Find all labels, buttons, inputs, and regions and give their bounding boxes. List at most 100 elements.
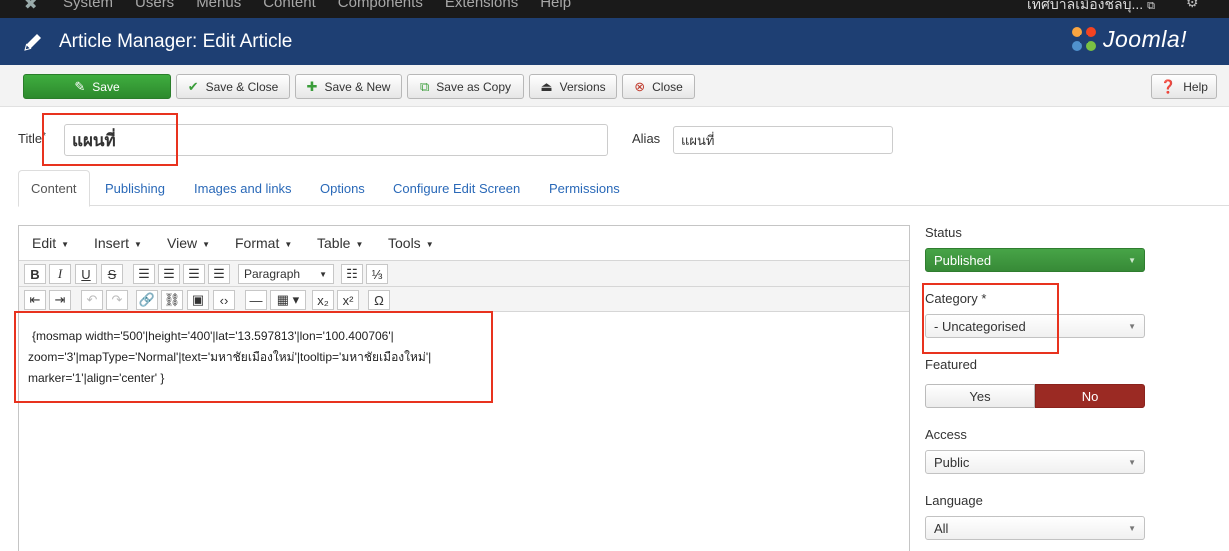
featured-yes-button[interactable]: Yes: [925, 384, 1035, 408]
pencil-icon: [24, 34, 41, 51]
editor-menu-table-label: Table: [317, 235, 351, 251]
save-new-button[interactable]: ✚ Save & New: [295, 74, 402, 99]
unlink-icon[interactable]: ⛓: [161, 290, 183, 310]
block-format-value: Paragraph: [244, 267, 301, 281]
site-link[interactable]: เทศบาลเมืองชลบุ... ⧉: [1027, 0, 1155, 16]
save-new-label: Save & New: [324, 79, 391, 94]
save-button[interactable]: ✎ Save: [23, 74, 171, 99]
align-right-icon[interactable]: ☰: [183, 264, 205, 284]
editor-menu-edit[interactable]: Edit ▼: [32, 235, 69, 251]
title-label-text: Title: [18, 131, 43, 146]
block-format-select[interactable]: Paragraph ▼: [238, 264, 334, 284]
save-close-button[interactable]: ✔ Save & Close: [176, 74, 290, 99]
editor-menu-tools-label: Tools: [388, 235, 421, 251]
question-icon: ❓: [1160, 79, 1177, 94]
language-select[interactable]: All ▼: [925, 516, 1145, 540]
status-label: Status: [925, 225, 962, 240]
joomla-logo-text: Joomla!: [1103, 25, 1188, 52]
access-select[interactable]: Public ▼: [925, 450, 1145, 474]
link-icon[interactable]: 🔗: [136, 290, 158, 310]
toolbar: ✎ Save ✔ Save & Close ✚ Save & New ⧉ Save as…: [0, 65, 1229, 107]
caret-down-icon: ▼: [202, 239, 211, 249]
outdent-icon[interactable]: ⇤: [24, 290, 46, 310]
menu-help[interactable]: Help: [540, 0, 571, 11]
special-character-icon[interactable]: Ω: [368, 290, 390, 310]
tab-images-links[interactable]: Images and links: [194, 170, 292, 206]
alias-label: Alias: [632, 131, 661, 146]
menu-system[interactable]: System: [63, 0, 113, 11]
alias-input[interactable]: แผนที่: [673, 126, 893, 154]
menu-content[interactable]: Content: [263, 0, 316, 11]
access-label: Access: [925, 427, 967, 442]
table-icon[interactable]: ▦ ▾: [270, 290, 306, 310]
undo-icon[interactable]: ↶: [81, 290, 103, 310]
joomla-logo-icon: [1072, 27, 1096, 51]
menu-users[interactable]: Users: [135, 0, 174, 11]
versions-label: Versions: [559, 79, 606, 94]
help-button[interactable]: ❓ Help: [1151, 74, 1217, 99]
caret-down-icon: ▼: [134, 239, 142, 249]
italic-icon[interactable]: I: [49, 264, 71, 284]
align-center-icon[interactable]: ☰: [158, 264, 180, 284]
redo-icon[interactable]: ↷: [106, 290, 128, 310]
indent-icon[interactable]: ⇥: [49, 290, 71, 310]
close-button[interactable]: ⊗ Close: [622, 74, 695, 99]
admin-menu: System Users Menus Content Components Ex…: [63, 0, 571, 11]
editor-menu-edit-label: Edit: [32, 235, 57, 251]
code-icon[interactable]: ‹›: [213, 290, 235, 310]
editor-menu-view-label: View: [167, 235, 198, 251]
access-value: Public: [934, 454, 970, 470]
bullet-list-icon[interactable]: ☷: [341, 264, 363, 284]
save-copy-button[interactable]: ⧉ Save as Copy: [407, 74, 524, 99]
caret-down-icon: ▼: [61, 239, 70, 249]
editor-menu-insert[interactable]: Insert ▼: [94, 235, 142, 251]
versions-button[interactable]: ⏏ Versions: [529, 74, 617, 99]
strikethrough-icon[interactable]: S: [101, 264, 123, 284]
cancel-icon: ⊗: [634, 79, 646, 94]
caret-down-icon: ▼: [1128, 321, 1136, 331]
tab-publishing[interactable]: Publishing: [105, 170, 165, 206]
copy-icon: ⧉: [419, 79, 430, 94]
save-label: Save: [92, 79, 120, 94]
caret-down-icon: ▼: [1128, 523, 1136, 533]
editor-menu-view[interactable]: View ▼: [167, 235, 210, 251]
bold-icon[interactable]: B: [24, 264, 46, 284]
superscript-icon[interactable]: x²: [337, 290, 359, 310]
joomla-logo: Joomla!: [1069, 24, 1187, 54]
status-select[interactable]: Published ▼: [925, 248, 1145, 272]
gear-icon[interactable]: ⚙: [1186, 0, 1199, 11]
featured-label: Featured: [925, 357, 978, 372]
tab-configure-edit-screen[interactable]: Configure Edit Screen: [393, 170, 520, 206]
tab-content[interactable]: Content: [18, 170, 90, 207]
page-header: Article Manager: Edit Article Joomla!: [0, 18, 1229, 65]
featured-no-button[interactable]: No: [1035, 384, 1145, 408]
save-copy-label: Save as Copy: [436, 79, 511, 94]
caret-down-icon: ▼: [1128, 255, 1136, 265]
caret-down-icon: ▼: [355, 239, 364, 249]
numbered-list-icon[interactable]: ⅓: [366, 264, 388, 284]
tab-permissions[interactable]: Permissions: [549, 170, 620, 206]
save-close-label: Save & Close: [205, 79, 279, 94]
editor-menu-tools[interactable]: Tools ▼: [388, 235, 434, 251]
image-icon[interactable]: ▣: [187, 290, 209, 310]
align-left-icon[interactable]: ☰: [133, 264, 155, 284]
external-link-icon: ⧉: [1147, 0, 1155, 12]
editor-menu-format[interactable]: Format ▼: [235, 235, 292, 251]
menu-extensions[interactable]: Extensions: [445, 0, 518, 11]
menu-menus[interactable]: Menus: [196, 0, 241, 11]
language-label: Language: [925, 493, 983, 508]
joomla-menu-icon[interactable]: ✖: [24, 0, 37, 14]
align-justify-icon[interactable]: ☰: [208, 264, 230, 284]
menu-components[interactable]: Components: [338, 0, 423, 11]
editor-menu-insert-label: Insert: [94, 235, 130, 251]
editor-menu-table[interactable]: Table ▼: [317, 235, 363, 251]
subscript-icon[interactable]: x₂: [312, 290, 334, 310]
check-icon: ✔: [187, 79, 199, 94]
annotation-content-highlight: [14, 311, 493, 403]
caret-down-icon: ▼: [319, 269, 327, 279]
horizontal-rule-icon[interactable]: —: [245, 290, 267, 310]
help-label: Help: [1183, 79, 1208, 94]
tab-options[interactable]: Options: [320, 170, 365, 206]
underline-icon[interactable]: U: [75, 264, 97, 284]
admin-top-nav: ✖ System Users Menus Content Components …: [0, 0, 1229, 18]
